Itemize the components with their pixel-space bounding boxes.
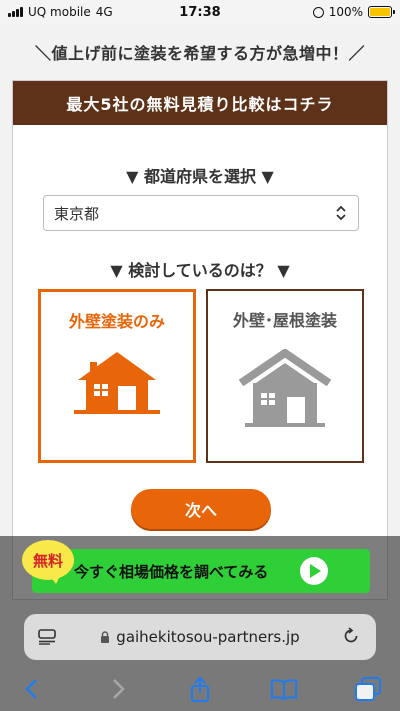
browser-toolbar <box>0 668 400 711</box>
tabs-icon[interactable] <box>354 676 382 702</box>
consider-label: ▼ 検討しているのは？ ▼ <box>110 261 290 280</box>
battery-icon <box>368 6 395 18</box>
url-text: gaihekitosou-partners.jp <box>116 628 300 646</box>
house-icon <box>238 349 332 427</box>
battery-percent: 100% <box>328 5 363 19</box>
option-label: 外壁･屋根塗装 <box>232 311 337 330</box>
estimate-card: 最大5社の無料見積り比較はコチラ ▼ 都道府県を選択 ▼ 東京都 ▼ 検討してい… <box>12 80 388 600</box>
status-bar: UQ mobile 4G 17:38 100% <box>0 0 400 24</box>
chevron-up-down-icon <box>336 205 346 221</box>
forward-icon[interactable] <box>104 676 132 702</box>
cta-text: 今すぐ相場価格を調べてみる <box>74 562 269 581</box>
option-label: 外壁塗装のみ <box>68 312 165 331</box>
prefecture-select[interactable]: 東京都 <box>43 195 359 231</box>
free-badge: 無料 <box>22 540 74 584</box>
house-icon <box>74 352 160 414</box>
option-wall-only[interactable]: 外壁塗装のみ <box>38 289 196 463</box>
lock-icon <box>101 631 110 643</box>
prefecture-value: 東京都 <box>54 204 100 223</box>
address-bar[interactable]: gaihekitosou-partners.jp <box>24 614 376 660</box>
lock-rotation-icon <box>312 6 324 18</box>
card-header: 最大5社の無料見積り比較はコチラ <box>13 81 387 125</box>
reader-icon[interactable] <box>38 629 56 645</box>
headline: ＼値上げ前に塗装を希望する方が急増中！／ <box>34 44 365 63</box>
cta-banner[interactable]: 今すぐ相場価格を調べてみる <box>32 549 370 593</box>
bookmarks-icon[interactable] <box>270 676 298 702</box>
play-icon <box>300 557 328 585</box>
share-icon[interactable] <box>186 676 214 702</box>
reload-icon[interactable] <box>342 627 360 645</box>
status-right: 100% <box>312 5 395 19</box>
next-button[interactable]: 次へ <box>131 489 271 529</box>
back-icon[interactable] <box>18 676 46 702</box>
option-wall-and-roof[interactable]: 外壁･屋根塗装 <box>206 289 364 463</box>
prefecture-label: ▼ 都道府県を選択 ▼ <box>126 167 274 186</box>
